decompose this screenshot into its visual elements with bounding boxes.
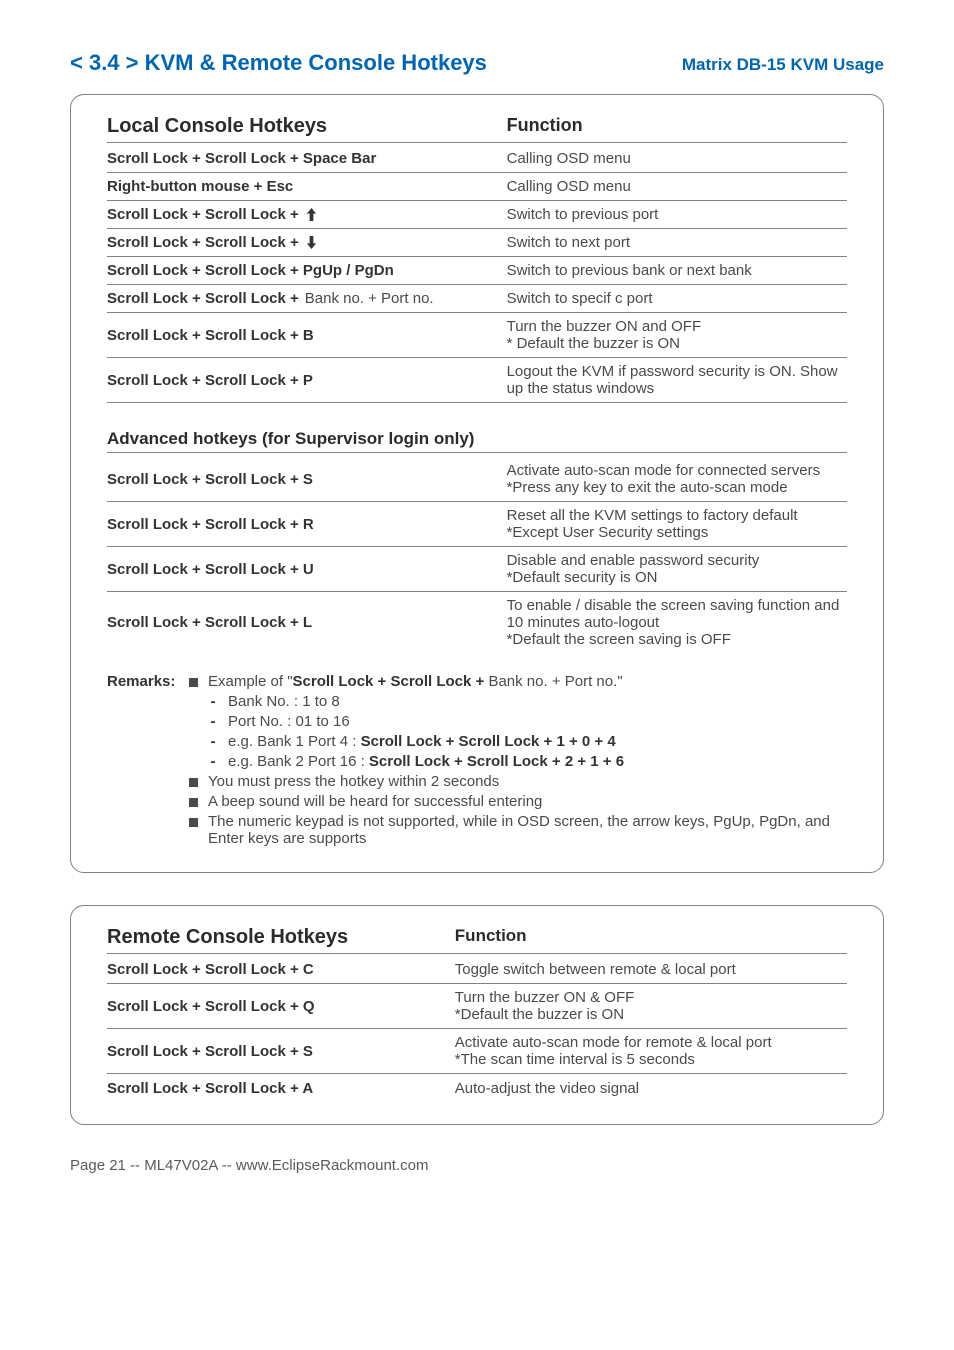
arrow-up-icon (305, 208, 318, 221)
remark-port-range: Port No. : 01 to 16 (228, 713, 847, 730)
hotkey-cell: Scroll Lock + Scroll Lock + (107, 206, 507, 223)
remark-example2: e.g. Bank 2 Port 16 : Scroll Lock + Scro… (228, 753, 847, 770)
remote-title: Remote Console Hotkeys (107, 926, 455, 949)
table-row: Scroll Lock + Scroll Lock + QTurn the bu… (107, 984, 847, 1029)
remarks-label: Remarks: (107, 673, 189, 850)
hotkey-cell: Scroll Lock + Scroll Lock + A (107, 1080, 455, 1097)
function-cell: Auto-adjust the video signal (455, 1080, 847, 1097)
function-cell: Disable and enable password security*Def… (507, 552, 847, 586)
remarks-body: Example of "Scroll Lock + Scroll Lock + … (189, 673, 847, 850)
remark-keypad: The numeric keypad is not supported, whi… (208, 813, 847, 847)
function-cell: Activate auto-scan mode for connected se… (507, 462, 847, 496)
section-title: < 3.4 > KVM & Remote Console Hotkeys (70, 50, 487, 76)
function-cell: Logout the KVM if password security is O… (507, 363, 847, 397)
remote-table-header: Remote Console Hotkeys Function (107, 926, 847, 954)
dash-icon: - (208, 693, 218, 710)
local-table-header: Local Console Hotkeys Function (107, 115, 847, 143)
table-row: Scroll Lock + Scroll Lock +Switch to nex… (107, 229, 847, 257)
function-cell: Calling OSD menu (507, 150, 847, 167)
bullet-icon (189, 798, 198, 807)
remark-example: Example of "Scroll Lock + Scroll Lock + … (208, 673, 847, 690)
function-cell: Reset all the KVM settings to factory de… (507, 507, 847, 541)
remark-timing: You must press the hotkey within 2 secon… (208, 773, 847, 790)
function-cell: Turn the buzzer ON and OFF* Default the … (507, 318, 847, 352)
hotkey-cell: Scroll Lock + Scroll Lock + Space Bar (107, 150, 507, 167)
function-cell: Switch to previous port (507, 206, 847, 223)
hotkey-cell: Scroll Lock + Scroll Lock + PgUp / PgDn (107, 262, 507, 279)
function-cell: Switch to previous bank or next bank (507, 262, 847, 279)
dash-icon: - (208, 733, 218, 750)
table-row: Scroll Lock + Scroll Lock + AAuto-adjust… (107, 1074, 847, 1102)
function-cell: Activate auto-scan mode for remote & loc… (455, 1034, 847, 1068)
table-row: Scroll Lock + Scroll Lock + LTo enable /… (107, 592, 847, 653)
hotkey-cell: Right-button mouse + Esc (107, 178, 507, 195)
page-footer: Page 21 -- ML47V02A -- www.EclipseRackmo… (70, 1157, 884, 1174)
hotkey-cell: Scroll Lock + Scroll Lock + Q (107, 998, 455, 1015)
hotkey-cell: Scroll Lock + Scroll Lock + C (107, 961, 455, 978)
local-title: Local Console Hotkeys (107, 115, 507, 138)
table-row: Scroll Lock + Scroll Lock + Space BarCal… (107, 145, 847, 173)
bullet-icon (189, 818, 198, 827)
dash-icon: - (208, 713, 218, 730)
remark-beep: A beep sound will be heard for successfu… (208, 793, 847, 810)
table-row: Scroll Lock + Scroll Lock +Switch to pre… (107, 201, 847, 229)
function-cell: To enable / disable the screen saving fu… (507, 597, 847, 648)
table-row: Scroll Lock + Scroll Lock + CToggle swit… (107, 956, 847, 984)
table-row: Scroll Lock + Scroll Lock + BTurn the bu… (107, 313, 847, 358)
page-header: < 3.4 > KVM & Remote Console Hotkeys Mat… (70, 50, 884, 76)
hotkey-cell: Scroll Lock + Scroll Lock + B (107, 327, 507, 344)
hotkey-cell: Scroll Lock + Scroll Lock + U (107, 561, 507, 578)
arrow-down-icon (305, 236, 318, 249)
hotkey-cell: Scroll Lock + Scroll Lock + Bank no. + P… (107, 290, 507, 307)
advanced-hotkeys-title: Advanced hotkeys (for Supervisor login o… (107, 429, 847, 453)
hotkey-cell: Scroll Lock + Scroll Lock + P (107, 372, 507, 389)
hotkey-cell: Scroll Lock + Scroll Lock + L (107, 614, 507, 631)
hotkey-cell: Scroll Lock + Scroll Lock + S (107, 1043, 455, 1060)
bullet-icon (189, 778, 198, 787)
table-row: Scroll Lock + Scroll Lock + UDisable and… (107, 547, 847, 592)
remark-bank-range: Bank No. : 1 to 8 (228, 693, 847, 710)
hotkey-cell: Scroll Lock + Scroll Lock + R (107, 516, 507, 533)
function-cell: Toggle switch between remote & local por… (455, 961, 847, 978)
hotkey-cell: Scroll Lock + Scroll Lock + S (107, 471, 507, 488)
function-cell: Turn the buzzer ON & OFF*Default the buz… (455, 989, 847, 1023)
dash-icon: - (208, 753, 218, 770)
remote-console-box: Remote Console Hotkeys Function Scroll L… (70, 905, 884, 1125)
local-function-title: Function (507, 115, 847, 138)
table-row: Scroll Lock + Scroll Lock + RReset all t… (107, 502, 847, 547)
table-row: Scroll Lock + Scroll Lock + PgUp / PgDnS… (107, 257, 847, 285)
bullet-icon (189, 678, 198, 687)
table-row: Scroll Lock + Scroll Lock + SActivate au… (107, 457, 847, 502)
remote-function-title: Function (455, 926, 847, 949)
table-row: Scroll Lock + Scroll Lock + SActivate au… (107, 1029, 847, 1074)
local-console-box: Local Console Hotkeys Function Scroll Lo… (70, 94, 884, 873)
function-cell: Switch to next port (507, 234, 847, 251)
table-row: Scroll Lock + Scroll Lock + Bank no. + P… (107, 285, 847, 313)
function-cell: Calling OSD menu (507, 178, 847, 195)
table-row: Scroll Lock + Scroll Lock + PLogout the … (107, 358, 847, 403)
table-row: Right-button mouse + EscCalling OSD menu (107, 173, 847, 201)
remark-example1: e.g. Bank 1 Port 4 : Scroll Lock + Scrol… (228, 733, 847, 750)
function-cell: Switch to specif c port (507, 290, 847, 307)
hotkey-cell: Scroll Lock + Scroll Lock + (107, 234, 507, 251)
remarks-section: Remarks: Example of "Scroll Lock + Scrol… (107, 673, 847, 850)
section-subtitle: Matrix DB-15 KVM Usage (682, 55, 884, 75)
